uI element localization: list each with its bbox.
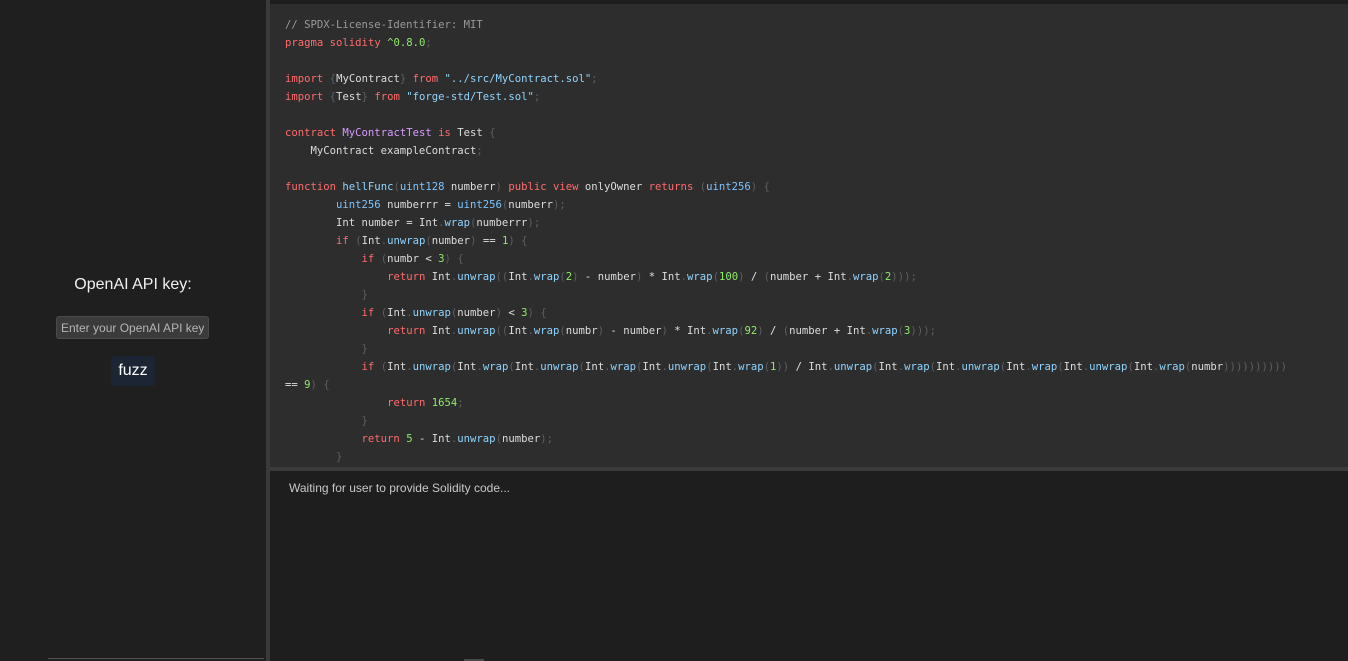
api-key-label: OpenAI API key: [74,276,192,293]
code-line[interactable]: if (Int.unwrap(Int.wrap(Int.unwrap(Int.w… [285,358,1348,376]
code-line[interactable]: } [285,340,1348,358]
code-line[interactable]: import {MyContract} from "../src/MyContr… [285,70,1348,88]
code-line[interactable]: } [285,286,1348,304]
code-line[interactable]: MyContract exampleContract; [285,142,1348,160]
code-line[interactable]: ​ [285,160,1348,178]
code-line[interactable]: contract MyContractTest is Test { [285,124,1348,142]
code-content[interactable]: // SPDX-License-Identifier: MIT pragma so… [270,4,1348,466]
code-line[interactable]: if (numbr < 3) { [285,250,1348,268]
output-panel: Waiting for user to provide Solidity cod… [270,471,1348,661]
code-line[interactable]: return 5 - Int.unwrap(number); [285,430,1348,448]
code-line[interactable]: if (Int.unwrap(number) < 3) { [285,304,1348,322]
code-line[interactable]: Int number = Int.wrap(numberrr); [285,214,1348,232]
code-line[interactable]: == 9) { [285,376,1348,394]
output-status-text: Waiting for user to provide Solidity cod… [289,481,510,495]
code-line[interactable]: } [285,448,1348,466]
code-line[interactable]: function hellFunc(uint128 numberr) publi… [285,178,1348,196]
code-line[interactable]: return Int.unwrap((Int.wrap(numbr) - num… [285,322,1348,340]
code-editor[interactable]: // SPDX-License-Identifier: MIT pragma so… [270,4,1348,467]
code-line[interactable]: ​ [285,106,1348,124]
sidebar: OpenAI API key: fuzz [0,0,266,661]
code-line[interactable]: import {Test} from "forge-std/Test.sol"; [285,88,1348,106]
api-key-input[interactable] [56,316,209,339]
code-line[interactable]: ​ [285,52,1348,70]
fuzz-button[interactable]: fuzz [111,356,155,386]
app-window: OpenAI API key: fuzz // SPDX-License-Ide… [0,0,1348,661]
code-line[interactable]: return Int.unwrap((Int.wrap(2) - number)… [285,268,1348,286]
code-line[interactable]: // SPDX-License-Identifier: MIT [285,16,1348,34]
code-line[interactable]: pragma solidity ^0.8.0; [285,34,1348,52]
code-line[interactable]: uint256 numberrr = uint256(numberr); [285,196,1348,214]
code-line[interactable]: return 1654; [285,394,1348,412]
code-line[interactable]: } [285,412,1348,430]
sidebar-scrollbar[interactable] [48,658,264,659]
code-line[interactable]: if (Int.unwrap(number) == 1) { [285,232,1348,250]
